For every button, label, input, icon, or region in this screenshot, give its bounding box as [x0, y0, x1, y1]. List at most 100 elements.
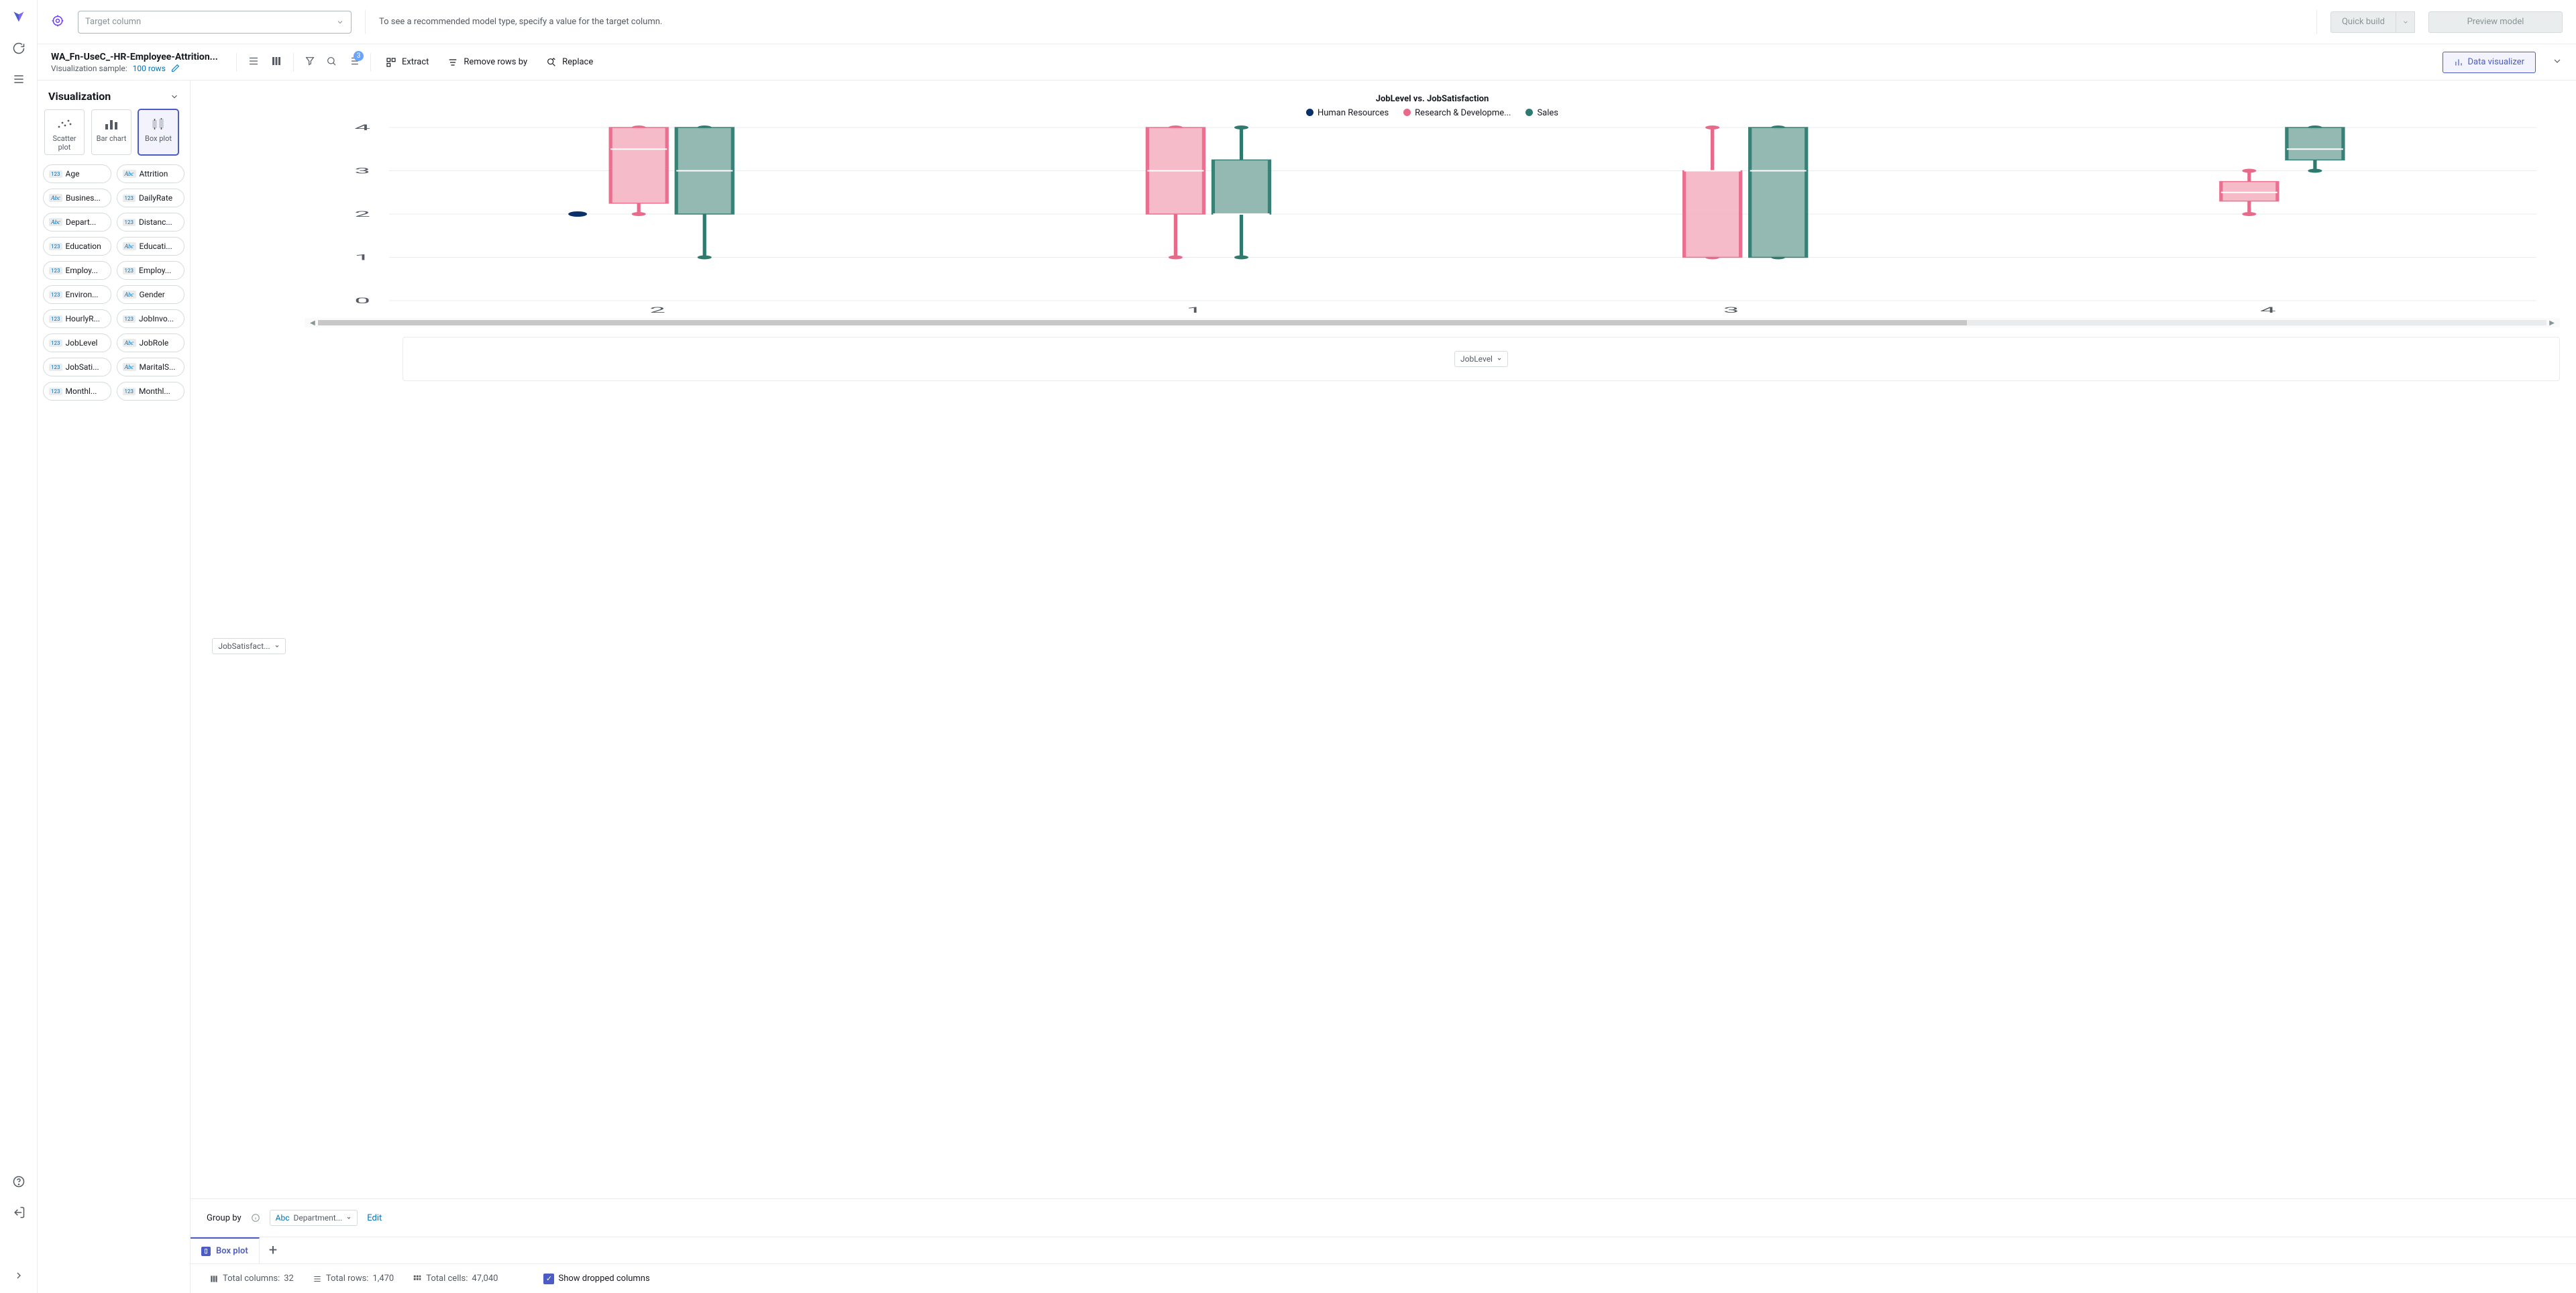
rows-view-icon[interactable]	[248, 55, 260, 70]
scroll-left-icon[interactable]: ◀	[307, 319, 318, 327]
tab-box-plot[interactable]: ▯ Box plot	[191, 1237, 260, 1263]
column-chip[interactable]: 123Monthl...	[117, 382, 185, 401]
quick-build-caret	[2396, 11, 2415, 33]
chevron-down-icon	[346, 1215, 352, 1221]
column-list[interactable]: 123Age AbcAttrition AbcBusines... 123DailyR…	[38, 162, 190, 1293]
column-chip[interactable]: 123Age	[43, 164, 111, 183]
visualization-title: Visualization	[48, 90, 111, 103]
column-chip[interactable]: 123HourlyR...	[43, 309, 111, 328]
columns-icon	[209, 1274, 219, 1284]
column-chip[interactable]: 123DailyRate	[117, 189, 185, 207]
left-rail	[0, 0, 38, 1293]
column-chip[interactable]: 123JobSati...	[43, 358, 111, 376]
total-cells-label: Total cells:	[426, 1274, 468, 1284]
column-chip[interactable]: 123Employ...	[43, 261, 111, 280]
column-chip[interactable]: 123Employ...	[117, 261, 185, 280]
target-bar: Target column To see a recommended model…	[38, 0, 2576, 44]
bar-chart-icon	[104, 117, 119, 132]
dataset-title: WA_Fn-UseC_-HR-Employee-Attrition...	[51, 52, 225, 62]
remove-rows-button[interactable]: Remove rows by	[443, 54, 531, 70]
info-icon[interactable]	[251, 1213, 260, 1223]
expand-rail-icon[interactable]	[13, 1270, 24, 1284]
cells-icon	[413, 1274, 422, 1284]
rows-icon	[313, 1274, 322, 1284]
data-visualizer-button[interactable]: Data visualizer	[2443, 52, 2536, 73]
legend-swatch-rd	[1403, 109, 1411, 116]
filter-icon[interactable]	[305, 56, 315, 69]
search-icon[interactable]	[326, 56, 337, 69]
show-dropped-label: Show dropped columns	[558, 1274, 649, 1284]
column-chip[interactable]: AbcEducati...	[117, 237, 185, 256]
column-chip[interactable]: AbcDepart...	[43, 213, 111, 231]
target-icon	[51, 14, 64, 30]
svg-text:3: 3	[1723, 305, 1739, 315]
sort-icon[interactable]: 3	[347, 55, 360, 70]
target-column-select[interactable]: Target column	[78, 11, 352, 34]
sort-badge: 3	[354, 51, 364, 61]
column-chip[interactable]: 123Environ...	[43, 285, 111, 304]
scroll-right-icon[interactable]: ▶	[2546, 319, 2557, 327]
svg-text:1: 1	[1187, 305, 1203, 315]
collapse-panel-icon[interactable]	[170, 92, 179, 101]
chevron-down-icon	[336, 18, 344, 26]
group-by-label: Group by	[207, 1213, 241, 1223]
chart-legend: Human Resources Research & Developme... …	[305, 108, 2560, 118]
replace-icon	[546, 57, 557, 68]
target-hint: To see a recommended model type, specify…	[379, 17, 2303, 27]
column-chip[interactable]: 123JobLevel	[43, 333, 111, 352]
column-chip[interactable]: AbcAttrition	[117, 164, 185, 183]
sample-label: Visualization sample:	[51, 64, 127, 73]
help-icon[interactable]	[12, 1175, 25, 1191]
group-by-bar: Group by Abc Department... Edit	[191, 1198, 2576, 1237]
chart-hscroll[interactable]: ◀ ▶	[305, 318, 2560, 327]
target-column-placeholder: Target column	[85, 17, 141, 27]
legend-swatch-sales	[1525, 109, 1533, 116]
tab-box-plot-icon: ▯	[201, 1247, 211, 1256]
refresh-icon[interactable]	[12, 42, 25, 58]
column-chip[interactable]: AbcMaritalS...	[117, 358, 185, 376]
edit-sample-icon[interactable]	[171, 64, 180, 72]
logout-icon[interactable]	[12, 1206, 25, 1222]
svg-text:0: 0	[354, 296, 370, 305]
x-axis-field-slot[interactable]: JobLevel	[1454, 351, 1508, 367]
visualization-panel: Visualization Scatter plot Bar c	[38, 81, 191, 1293]
replace-button[interactable]: Replace	[542, 54, 597, 70]
chart-type-box[interactable]: Box plot	[138, 109, 178, 155]
add-tab-button[interactable]: +	[260, 1242, 286, 1259]
group-by-field-slot[interactable]: Abc Department...	[270, 1210, 358, 1226]
extract-button[interactable]: Extract	[382, 54, 433, 70]
chart-title: JobLevel vs. JobSatisfaction	[305, 94, 2560, 104]
total-rows-value: 1,470	[372, 1274, 394, 1284]
box-plot-icon	[150, 117, 166, 132]
box-plot-svg: 012342134	[305, 123, 2560, 318]
more-options-icon[interactable]	[2552, 56, 2563, 69]
column-chip[interactable]: AbcBusines...	[43, 189, 111, 207]
column-chip[interactable]: 123Monthl...	[43, 382, 111, 401]
quick-build-button: Quick build	[2330, 11, 2396, 33]
svg-text:1: 1	[354, 252, 370, 262]
group-by-edit-link[interactable]: Edit	[367, 1213, 382, 1223]
svg-text:2: 2	[649, 305, 665, 315]
column-chip[interactable]: AbcGender	[117, 285, 185, 304]
sample-value-link[interactable]: 100 rows	[133, 64, 166, 73]
columns-view-icon[interactable]	[270, 55, 282, 70]
y-axis-field-slot[interactable]: JobSatisfact...	[212, 638, 285, 654]
legend-swatch-hr	[1306, 109, 1313, 116]
svg-text:4: 4	[2260, 305, 2276, 315]
preview-model-button: Preview model	[2428, 11, 2563, 33]
chevron-down-icon	[1497, 356, 1502, 362]
column-chip[interactable]: 123JobInvo...	[117, 309, 185, 328]
dataset-toolbar: WA_Fn-UseC_-HR-Employee-Attrition... Vis…	[38, 44, 2576, 81]
chart-type-bar[interactable]: Bar chart	[91, 109, 131, 155]
chart-icon	[2454, 58, 2463, 67]
remove-rows-icon	[447, 57, 458, 68]
column-chip[interactable]: 123Education	[43, 237, 111, 256]
total-columns-value: 32	[284, 1274, 294, 1284]
list-icon[interactable]	[12, 72, 25, 89]
quick-build-split: Quick build	[2330, 11, 2415, 33]
chart-type-scatter[interactable]: Scatter plot	[44, 109, 85, 155]
column-chip[interactable]: 123Distanc...	[117, 213, 185, 231]
total-cells-value: 47,040	[472, 1274, 498, 1284]
show-dropped-checkbox[interactable]: ✓	[543, 1274, 554, 1284]
column-chip[interactable]: AbcJobRole	[117, 333, 185, 352]
